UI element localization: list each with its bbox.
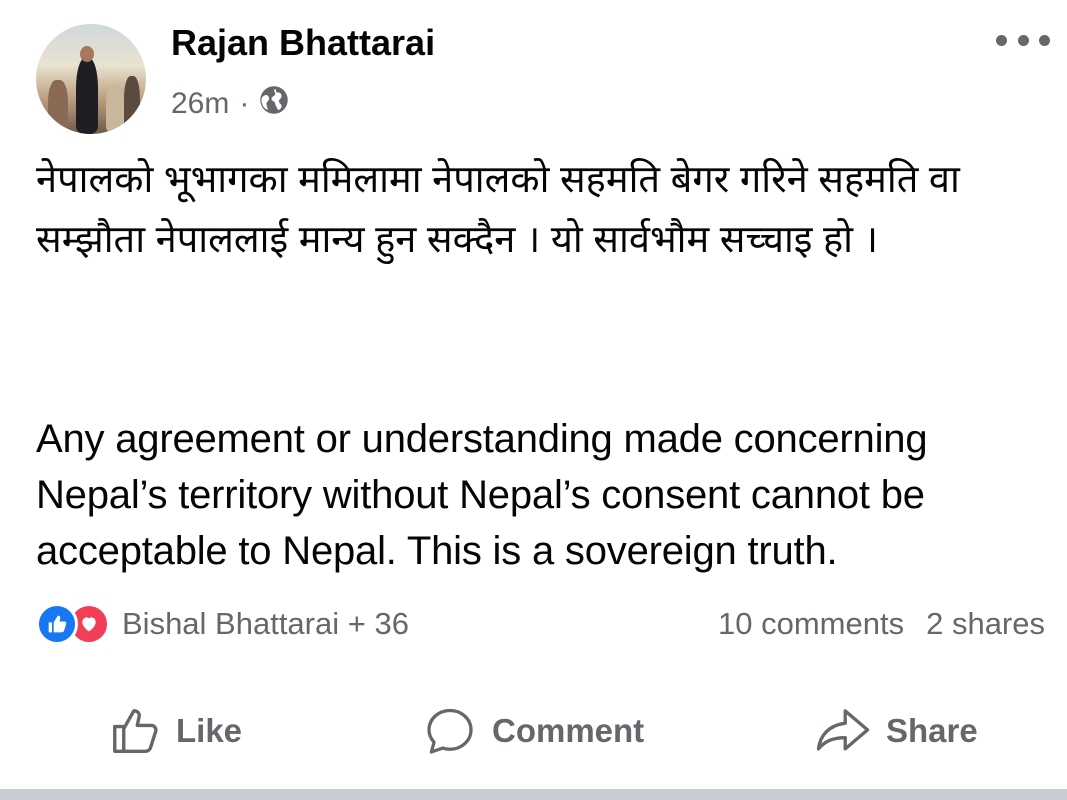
share-label: Share [886,712,978,749]
globe-icon [259,85,289,123]
thumbs-up-icon [113,709,158,753]
post-time[interactable]: 26m [171,87,229,121]
author-name[interactable]: Rajan Bhattarai [171,22,435,64]
post-divider [0,789,1067,800]
meta-separator: · [239,87,250,120]
post-meta: 26m · [171,84,289,124]
comment-label: Comment [492,712,645,749]
like-button[interactable]: Like [108,698,242,764]
post-text-nepali: नेपालको भूभागका ममिलामा नेपालको सहमति बे… [36,159,960,261]
post-text-english: Any agreement or understanding made conc… [36,417,928,573]
comment-button[interactable]: Comment [422,698,644,764]
like-reaction-icon [36,603,78,645]
engagement-counts: 10 comments 2 shares [718,602,1045,646]
share-arrow-icon [816,709,870,751]
like-label: Like [176,712,243,749]
reaction-names: Bishal Bhattarai + 36 [122,606,409,641]
comments-count[interactable]: 10 comments [718,606,904,642]
shares-count[interactable]: 2 shares [926,606,1045,642]
share-button[interactable]: Share [814,698,978,764]
avatar[interactable] [36,24,146,134]
post-action-bar: Like Comment Share [0,698,1067,764]
comment-bubble-icon [427,708,473,754]
more-options-icon[interactable] [996,28,1050,52]
reactions-summary[interactable]: Bishal Bhattarai + 36 [36,602,409,646]
